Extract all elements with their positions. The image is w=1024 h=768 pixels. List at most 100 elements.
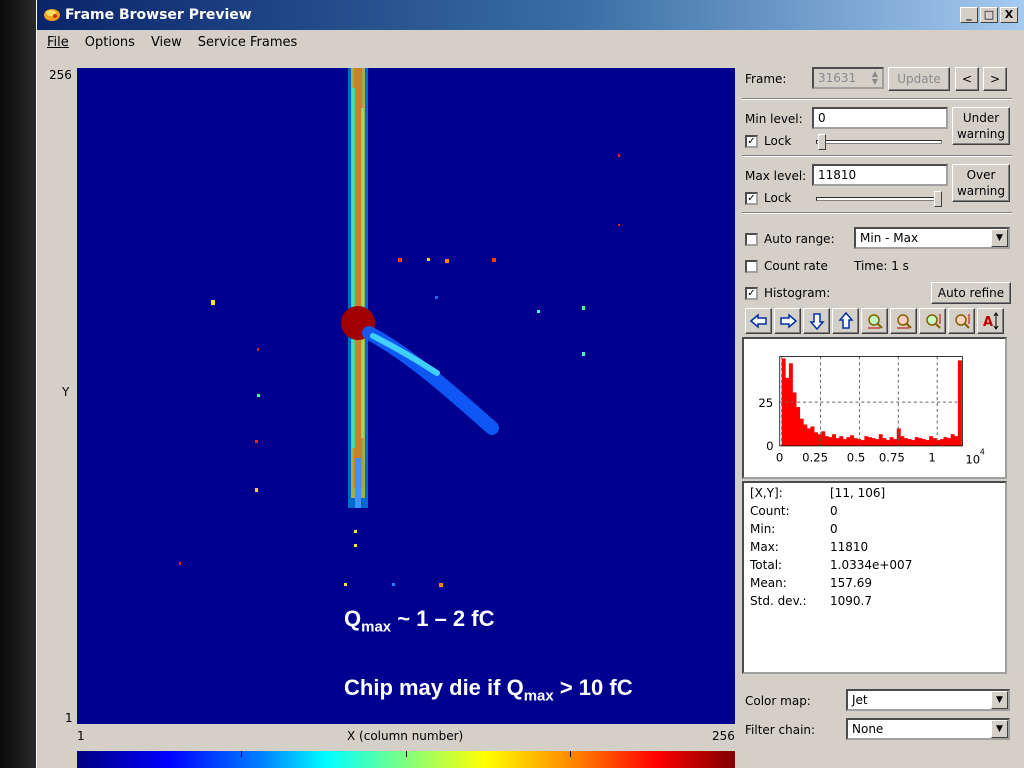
hist-x-tick-10: 10 <box>965 452 980 466</box>
frame-number-field[interactable]: 31631 ▲ ▼ <box>812 67 884 89</box>
zoom-out-x-icon[interactable] <box>890 308 917 334</box>
zoom-in-y-icon[interactable] <box>919 308 946 334</box>
pan-up-icon[interactable] <box>832 308 859 334</box>
over-warning-button[interactable]: Over warning <box>952 164 1010 202</box>
histogram-bar <box>867 437 872 446</box>
histogram-bar <box>918 438 923 446</box>
histogram-bar <box>850 435 854 446</box>
auto-range-select[interactable]: Min - Max ▼ <box>854 227 1010 249</box>
hist-y-tick-25: 25 <box>758 396 773 410</box>
y-axis-max: 256 <box>49 68 72 82</box>
histogram-toolbar: A <box>745 308 1006 334</box>
min-level-slider[interactable] <box>816 140 942 144</box>
max-lock-label: Lock <box>764 191 792 205</box>
desktop-backdrop <box>0 0 36 768</box>
stat-row: [X,Y]: [11, 106] <box>750 486 999 504</box>
histogram-bar <box>803 424 808 446</box>
max-level-slider[interactable] <box>816 197 942 201</box>
histogram-bar <box>885 440 890 446</box>
frame-browser-window: Frame Browser Preview _ □ X File Options… <box>36 0 1024 768</box>
pan-right-icon[interactable] <box>774 308 801 334</box>
histogram-bar <box>824 436 829 446</box>
stat-row: Count: 0 <box>750 504 999 522</box>
histogram-bar <box>821 431 826 446</box>
frame-label: Frame: <box>745 72 787 86</box>
close-button[interactable]: X <box>1000 7 1018 23</box>
auto-refine-button[interactable]: Auto refine <box>931 282 1011 304</box>
histogram-bar <box>921 439 926 446</box>
minimize-button[interactable]: _ <box>960 7 978 23</box>
x-axis-min: 1 <box>77 729 85 743</box>
histogram-bar <box>788 363 793 446</box>
filter-chain-value: None <box>852 722 884 736</box>
zoom-in-x-icon[interactable] <box>861 308 888 334</box>
hist-y-tick-0: 0 <box>766 439 773 453</box>
histogram-bar <box>785 377 790 446</box>
chevron-down-icon[interactable]: ▼ <box>991 229 1008 247</box>
stat-value: 11810 <box>830 540 869 554</box>
histogram-bar <box>828 437 833 446</box>
min-level-input[interactable]: 0 <box>812 107 948 129</box>
color-map-select[interactable]: Jet ▼ <box>846 689 1010 711</box>
next-frame-button[interactable]: > <box>983 67 1007 91</box>
previous-frame-button[interactable]: < <box>955 67 979 91</box>
max-level-slider-thumb[interactable] <box>934 191 942 207</box>
stat-key: [X,Y]: <box>750 486 783 500</box>
hist-x-tick-0: 0 <box>776 450 783 464</box>
menu-view[interactable]: View <box>151 35 182 50</box>
hist-x-tick-1: 1 <box>928 450 935 464</box>
title-bar[interactable]: Frame Browser Preview _ □ X <box>37 0 1024 30</box>
count-rate-checkbox[interactable]: Count rate <box>745 259 828 273</box>
pan-left-icon[interactable] <box>745 308 772 334</box>
stat-value: [11, 106] <box>830 486 886 500</box>
svg-text:A: A <box>983 315 993 330</box>
histogram-bar <box>853 438 858 446</box>
auto-range-checkbox[interactable]: Auto range: <box>745 232 835 246</box>
histogram-bar <box>860 440 865 446</box>
max-lock-check-icon: ✓ <box>745 191 758 205</box>
zoom-out-y-icon[interactable] <box>948 308 975 334</box>
stat-row: Min: 0 <box>750 522 999 540</box>
histogram-bar <box>889 437 894 446</box>
histogram-bar <box>846 437 851 446</box>
stat-key: Std. dev.: <box>750 594 807 608</box>
count-rate-label: Count rate <box>764 259 828 273</box>
update-button[interactable]: Update <box>888 67 950 91</box>
histogram-bar <box>957 360 962 446</box>
histogram-bar <box>839 436 844 446</box>
min-lock-checkbox[interactable]: ✓ Lock <box>745 134 791 148</box>
histogram-bar <box>835 438 840 446</box>
max-level-label: Max level: <box>745 169 807 183</box>
max-lock-checkbox[interactable]: ✓ Lock <box>745 191 791 205</box>
histogram-bar <box>907 439 912 446</box>
filter-chain-select[interactable]: None ▼ <box>846 718 1010 740</box>
stat-row: Std. dev.: 1090.7 <box>750 594 999 612</box>
pan-down-icon[interactable] <box>803 308 830 334</box>
histogram-plot[interactable]: 25 0 0 0.25 0.5 0.75 1 10 4 <box>742 337 1007 479</box>
menu-options[interactable]: Options <box>85 35 135 50</box>
histogram-bar <box>799 418 804 446</box>
under-warning-button[interactable]: Under warning <box>952 107 1010 145</box>
maximize-button[interactable]: □ <box>980 7 998 23</box>
histogram-check-icon: ✓ <box>745 286 758 300</box>
chevron-down-icon[interactable]: ▼ <box>991 720 1008 738</box>
spinner-icon[interactable]: ▲ ▼ <box>872 70 878 86</box>
max-level-input[interactable]: 11810 <box>812 164 948 186</box>
autoscale-icon[interactable]: A <box>977 308 1004 334</box>
menu-service-frames[interactable]: Service Frames <box>198 35 297 50</box>
histogram-bar <box>871 438 876 446</box>
menu-file[interactable]: File <box>47 35 69 50</box>
min-level-slider-thumb[interactable] <box>818 134 826 150</box>
histogram-bar <box>900 436 905 446</box>
histogram-checkbox[interactable]: ✓ Histogram: <box>745 286 830 300</box>
histogram-bar <box>878 434 883 446</box>
histogram-bar <box>911 440 916 446</box>
color-map-label: Color map: <box>745 694 811 708</box>
x-axis-max: 256 <box>712 729 735 743</box>
histogram-bar <box>806 428 811 446</box>
auto-range-label: Auto range: <box>764 232 835 246</box>
stat-key: Min: <box>750 522 776 536</box>
x-axis-label: X (column number) <box>347 729 464 743</box>
min-level-label: Min level: <box>745 112 803 126</box>
chevron-down-icon[interactable]: ▼ <box>991 691 1008 709</box>
